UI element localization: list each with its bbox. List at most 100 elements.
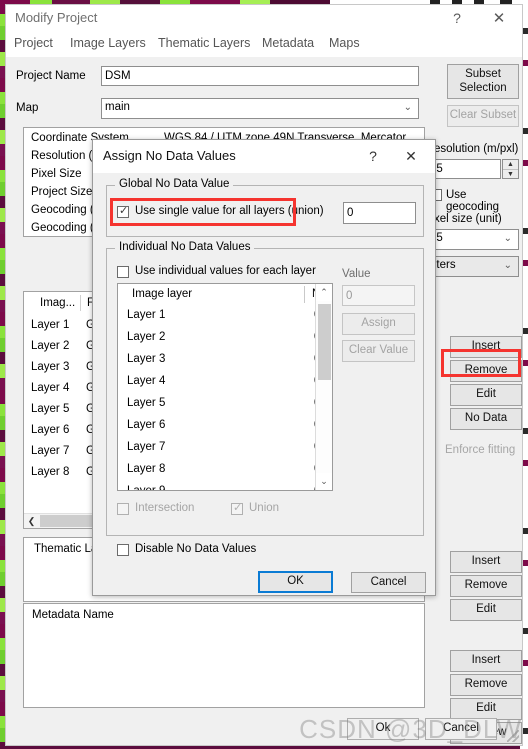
list-item-layer: Layer 5 bbox=[127, 397, 166, 409]
unit-combobox[interactable]: eters ⌄ bbox=[426, 256, 519, 277]
list-item[interactable]: Layer 3 0 bbox=[118, 350, 332, 372]
resolution-stepper[interactable]: ▲ ▼ bbox=[502, 159, 519, 179]
window-titlebar: Modify Project ? ✕ bbox=[6, 5, 522, 32]
table-row[interactable]: Layer 7 bbox=[31, 445, 69, 457]
image-no-data-button[interactable]: No Data bbox=[450, 408, 522, 430]
map-combobox[interactable]: main ⌄ bbox=[101, 98, 419, 119]
map-combobox-value: main bbox=[105, 101, 130, 113]
list-item[interactable]: Layer 9 0 bbox=[118, 482, 332, 491]
header-divider bbox=[304, 286, 305, 303]
table-row[interactable]: Layer 5 bbox=[31, 403, 69, 415]
metadata-insert-button[interactable]: Insert bbox=[450, 650, 522, 672]
list-item-layer: Layer 7 bbox=[127, 441, 166, 453]
disable-no-data-checkbox[interactable] bbox=[117, 544, 129, 556]
info-label-pixel-size: Pixel Size bbox=[31, 168, 82, 180]
global-group-label: Global No Data Value bbox=[115, 178, 234, 190]
enforce-fitting-label: Enforce fitting bbox=[445, 444, 516, 456]
image-insert-button[interactable]: Insert bbox=[450, 336, 522, 358]
image-edit-button[interactable]: Edit bbox=[450, 384, 522, 406]
scroll-up-icon[interactable]: ⌃ bbox=[316, 284, 332, 301]
dialog-cancel-button[interactable]: Cancel bbox=[351, 572, 426, 593]
dialog-help-icon[interactable]: ? bbox=[357, 140, 389, 173]
list-item[interactable]: Layer 8 0 bbox=[118, 460, 332, 482]
project-name-input[interactable] bbox=[101, 66, 419, 86]
help-icon[interactable]: ? bbox=[438, 5, 476, 32]
list-item[interactable]: Layer 2 0 bbox=[118, 328, 332, 350]
menu-item-project[interactable]: Project bbox=[14, 36, 53, 50]
menu-item-image-layers[interactable]: Image Layers bbox=[70, 36, 146, 50]
use-geocoding-label: Use geocoding bbox=[446, 189, 500, 213]
column-divider bbox=[80, 295, 81, 311]
menu-item-metadata[interactable]: Metadata bbox=[262, 36, 314, 50]
metadata-table[interactable]: Metadata Name bbox=[23, 603, 425, 708]
metadata-edit-button[interactable]: Edit bbox=[450, 698, 522, 720]
cancel-button[interactable]: Cancel bbox=[425, 718, 497, 740]
ok-button[interactable]: Ok bbox=[347, 718, 419, 740]
table-row[interactable]: Layer 4 bbox=[31, 382, 69, 394]
dialog-titlebar: Assign No Data Values ? ✕ bbox=[93, 140, 435, 173]
clear-value-button: Clear Value bbox=[342, 340, 415, 362]
chevron-down-icon: ⌄ bbox=[503, 260, 512, 271]
use-single-value-checkbox[interactable] bbox=[117, 204, 129, 218]
subset-selection-button[interactable]: Subset Selection bbox=[447, 64, 519, 99]
table-row[interactable]: Layer 8 bbox=[31, 466, 69, 478]
metadata-table-header: Metadata Name bbox=[32, 609, 114, 621]
dialog-close-icon[interactable]: ✕ bbox=[395, 140, 427, 173]
metadata-remove-button[interactable]: Remove bbox=[450, 674, 522, 696]
value-label: Value bbox=[342, 268, 371, 280]
table-row[interactable]: Layer 3 bbox=[31, 361, 69, 373]
menu-item-thematic-layers[interactable]: Thematic Layers bbox=[158, 36, 250, 50]
image-remove-button[interactable]: Remove bbox=[450, 360, 522, 382]
resize-grip[interactable] bbox=[507, 730, 519, 742]
window-title: Modify Project bbox=[15, 10, 98, 25]
resolution-input[interactable] bbox=[426, 159, 501, 179]
list-header-layer: Image layer bbox=[132, 288, 193, 300]
list-item[interactable]: Layer 7 0 bbox=[118, 438, 332, 460]
intersection-label: Intersection bbox=[135, 502, 195, 514]
close-icon[interactable]: ✕ bbox=[480, 5, 518, 32]
menu-item-maps[interactable]: Maps bbox=[329, 36, 360, 50]
clear-subset-button: Clear Subset bbox=[447, 105, 519, 127]
list-item-layer: Layer 8 bbox=[127, 463, 166, 475]
list-item[interactable]: Layer 6 0 bbox=[118, 416, 332, 438]
use-single-value-label: Use single value for all layers (union) bbox=[135, 205, 324, 217]
project-name-label: Project Name bbox=[16, 70, 86, 82]
list-item[interactable]: Layer 4 0 bbox=[118, 372, 332, 394]
use-individual-values-checkbox[interactable] bbox=[117, 266, 129, 278]
list-item-layer: Layer 3 bbox=[127, 353, 166, 365]
stepper-up-icon[interactable]: ▲ bbox=[503, 160, 518, 170]
table-row[interactable]: Layer 2 bbox=[31, 340, 69, 352]
global-value-input[interactable] bbox=[343, 202, 416, 224]
scrollbar-thumb[interactable] bbox=[318, 304, 331, 380]
list-item-layer: Layer 9 bbox=[127, 485, 166, 491]
image-table-header-layer: Imag... bbox=[40, 297, 76, 309]
no-data-layer-list[interactable]: Image layer N.. Layer 1 0 Layer 2 0 Laye… bbox=[117, 283, 333, 491]
info-label-project-size: Project Size bbox=[31, 186, 93, 198]
table-row[interactable]: Layer 6 bbox=[31, 424, 69, 436]
list-item[interactable]: Layer 1 0 bbox=[118, 306, 332, 328]
scroll-down-icon[interactable]: ⌄ bbox=[316, 473, 332, 490]
scroll-left-icon[interactable]: ❮ bbox=[24, 514, 39, 528]
assign-button: Assign bbox=[342, 313, 415, 335]
map-label: Map bbox=[16, 102, 39, 114]
value-input bbox=[342, 285, 415, 306]
thematic-edit-button[interactable]: Edit bbox=[450, 599, 522, 621]
thematic-remove-button[interactable]: Remove bbox=[450, 575, 522, 597]
list-item[interactable]: Layer 5 0 bbox=[118, 394, 332, 416]
chevron-down-icon: ⌄ bbox=[503, 233, 512, 244]
individual-group-label: Individual No Data Values bbox=[115, 241, 255, 253]
stepper-down-icon[interactable]: ▼ bbox=[503, 170, 518, 179]
list-vertical-scrollbar[interactable]: ⌃ ⌄ bbox=[315, 284, 332, 490]
list-item-layer: Layer 6 bbox=[127, 419, 166, 431]
resolution-label: esolution (m/pxl) bbox=[434, 143, 519, 155]
dialog-ok-button[interactable]: OK bbox=[258, 571, 333, 593]
list-item-layer: Layer 2 bbox=[127, 331, 166, 343]
menubar: Project Image Layers Thematic Layers Met… bbox=[6, 32, 522, 57]
table-row[interactable]: Layer 1 bbox=[31, 319, 69, 331]
pixel-size-combobox[interactable]: 25 ⌄ bbox=[426, 229, 519, 250]
list-item-layer: Layer 1 bbox=[127, 309, 166, 321]
use-individual-values-label: Use individual values for each layer bbox=[135, 265, 316, 277]
chevron-down-icon: ⌄ bbox=[403, 102, 412, 113]
pixel-size-label: xel size (unit) bbox=[434, 213, 502, 225]
thematic-insert-button[interactable]: Insert bbox=[450, 551, 522, 573]
